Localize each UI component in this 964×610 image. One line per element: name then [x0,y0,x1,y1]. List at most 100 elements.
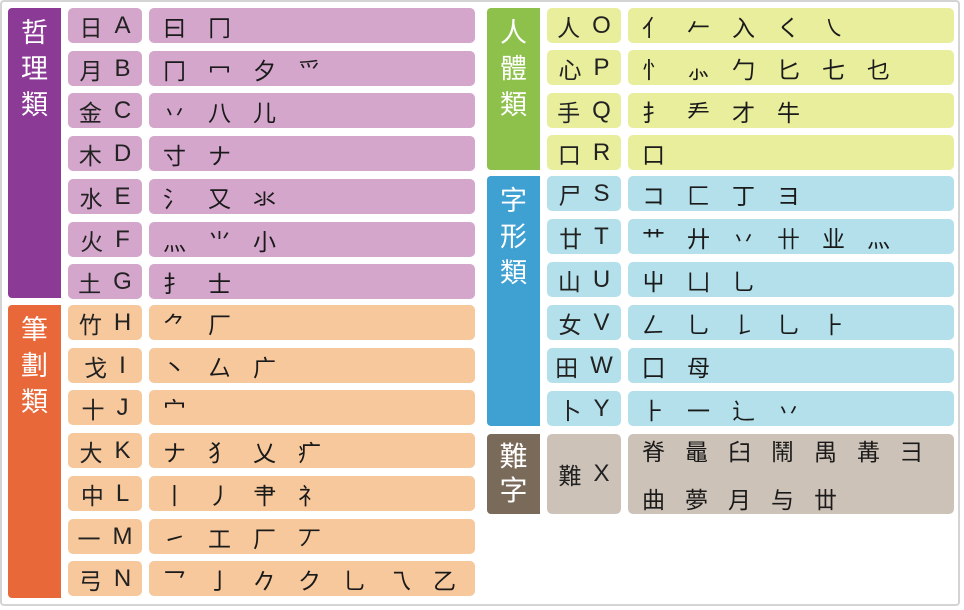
key-char: 心 [558,57,582,84]
roots-cell-p: 忄⺗勹匕七乜 [628,50,954,85]
root-glyph: 乁 [388,568,411,595]
key-cell-k: 大K [68,433,142,468]
roots-cell-g: 扌士 [149,264,475,299]
root-glyph: 丨 [163,483,186,510]
root-glyph: 厂 [253,526,276,553]
category-char: 劃 [21,351,48,382]
root-glyph: 丷 [163,100,186,127]
category-shape: 字形類 [487,176,540,426]
root-glyph: 𠂊 [253,568,276,595]
root-glyph: 冂 [208,15,231,42]
root-glyph: 氺 [253,186,276,213]
roots-cell-q: 扌龵才牛 [628,93,954,128]
roots-cell-e: 氵又氺 [149,179,475,214]
root-glyph: 才 [732,100,755,127]
roots-cell-h: ⺈厂 [149,305,475,340]
root-glyph: 礻 [298,483,321,510]
key-cell-x: 難X [547,434,621,514]
root-glyph: 又 [208,186,231,213]
key-cell-t: 廿T [547,219,621,254]
key-char: 一 [77,526,101,553]
key-cell-s: 尸S [547,176,621,211]
roots-cell-y: ⺊⼀辶丷 [628,391,954,426]
key-char: 女 [558,312,582,339]
root-glyph: ヨ [777,183,800,210]
root-glyph: 与 [771,488,794,514]
category-char: 筆 [21,315,48,346]
root-glyph: 鬧 [771,440,794,466]
root-glyph: 八 [208,100,231,127]
key-char: 卜 [558,398,582,425]
root-glyph: 冓 [857,440,880,466]
key-letter: Y [593,394,610,422]
root-glyph: 小 [253,229,276,256]
key-cell-m: 一M [68,519,142,554]
root-glyph: 𠂉 [687,15,710,42]
key-cell-l: 中L [68,476,142,511]
root-glyph: 工 [208,526,231,553]
root-glyph: 𠄌 [732,312,755,339]
key-letter: F [115,225,130,253]
root-glyph: 丷 [732,226,755,253]
key-letter: W [590,351,613,379]
root-glyph: 丁 [732,183,755,210]
roots-cell-m: ㇀工厂丆 [149,519,475,554]
category-char: 類 [21,90,48,121]
category-char: 體 [500,54,527,85]
key-char: 廿 [559,226,583,253]
roots-cell-u: 屮凵乚 [628,262,954,297]
key-letter: T [594,222,609,250]
key-letter: Q [592,96,611,124]
root-glyph: 丿 [208,483,231,510]
roots-cell-n: 乛亅𠂊ク乚乁乙 [149,561,475,596]
root-glyph: 爫 [298,58,321,85]
key-cell-e: 水E [68,179,142,214]
root-glyph: コ [642,183,665,210]
root-glyph: 月 [728,488,751,514]
root-glyph: 脊 [642,440,665,466]
root-glyph: 亅 [208,568,231,595]
key-letter: E [114,182,131,210]
root-glyph: 屮 [642,269,665,296]
key-letter: P [593,53,610,81]
root-glyph: ⺌ [208,229,231,256]
root-glyph: 艹 [642,226,665,253]
category-char: 哲 [21,18,48,49]
roots-cell-t: 艹廾丷卄业⺣ [628,219,954,254]
root-glyph: 乚 [732,269,755,296]
root-glyph: 乂 [253,440,276,467]
key-cell-n: 弓N [68,561,142,596]
root-glyph: 勹 [732,57,755,84]
root-glyph: 辶 [732,398,755,425]
category-difficult: 難字 [487,434,540,514]
root-glyph: 厶 [208,355,231,382]
root-glyph: 灬 [163,229,186,256]
roots-cell-a: 曰冂 [149,8,475,43]
root-glyph: 乚 [687,312,710,339]
table-frame [0,0,960,606]
roots-cell-i: 丶厶广 [149,348,475,383]
key-char: 月 [79,58,103,85]
root-glyph: 乚 [777,312,800,339]
key-letter: K [114,436,131,464]
root-glyph: ク [298,568,321,595]
root-glyph: 冖 [208,58,231,85]
key-cell-h: 竹H [68,305,142,340]
root-glyph: 厂 [208,312,231,339]
root-glyph: 业 [822,226,845,253]
root-glyph: ナ [208,143,231,170]
root-glyph: ⺊ [642,398,665,425]
root-glyph: 儿 [253,100,276,127]
root-glyph: 乙 [433,568,456,595]
root-glyph: 乜 [867,57,890,84]
category-philosophy: 哲理類 [8,8,61,298]
key-cell-u: 山U [547,262,621,297]
root-glyph: 囗 [642,355,665,382]
key-letter: X [593,460,610,487]
root-glyph: 忄 [642,57,665,84]
root-glyph: 七 [822,57,845,84]
root-glyph: 丶 [163,355,186,382]
key-char: 弓 [78,568,102,595]
key-char: 日 [79,15,103,42]
roots-cell-x: 脊鼂臼鬧禺冓彐曲夢月与丗 [628,434,954,514]
